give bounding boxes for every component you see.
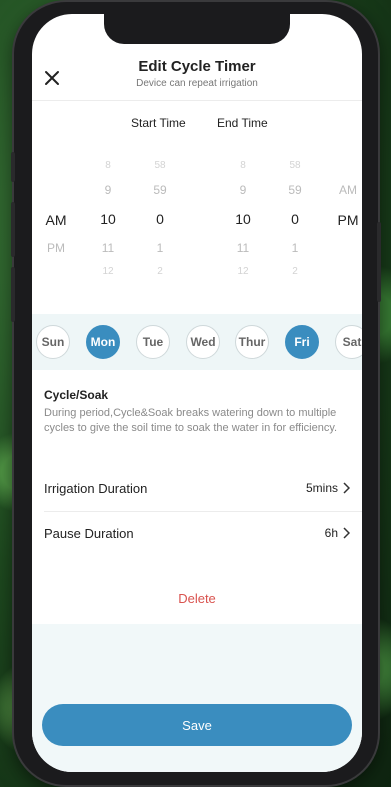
save-button[interactable]: Save [42, 704, 352, 746]
end-minute-item[interactable]: 58 [275, 160, 315, 171]
day-thur[interactable]: Thur [235, 325, 269, 359]
page-title: Edit Cycle Timer [138, 58, 256, 75]
start-minute-item[interactable]: 59 [140, 183, 180, 197]
pause-duration-value: 6h [324, 526, 338, 540]
day-tue[interactable]: Tue [136, 325, 170, 359]
mute-switch [11, 152, 15, 182]
phone-notch [104, 14, 290, 44]
cycle-soak-description: During period,Cycle&Soak breaks watering… [44, 407, 338, 434]
start-hour-item[interactable]: 8 [88, 160, 128, 171]
day-wed[interactable]: Wed [186, 325, 220, 359]
start-ampm-pm[interactable]: PM [36, 241, 76, 255]
day-mon[interactable]: Mon [86, 325, 120, 359]
start-minute-item[interactable]: 2 [140, 266, 180, 277]
end-hour-item[interactable]: 11 [223, 241, 263, 255]
irrigation-duration-label: Irrigation Duration [44, 480, 148, 496]
power-button [377, 222, 381, 302]
end-minute-item[interactable]: 59 [275, 183, 315, 197]
irrigation-duration-value: 5mins [305, 481, 338, 495]
pause-duration-label: Pause Duration [44, 525, 134, 541]
end-ampm-am[interactable]: AM [328, 183, 362, 197]
start-hour-item[interactable]: 12 [88, 266, 128, 277]
header-divider [32, 100, 362, 101]
chevron-right-icon [343, 482, 350, 494]
start-time-header: Start Time [131, 116, 186, 130]
end-minute-selected[interactable]: 0 [275, 211, 315, 227]
end-minute-item[interactable]: 1 [275, 241, 315, 255]
page-subtitle: Device can repeat irrigation [136, 78, 258, 89]
end-hour-item[interactable]: 12 [223, 266, 263, 277]
start-hour-item[interactable]: 11 [88, 241, 128, 255]
end-hour-item[interactable]: 9 [223, 183, 263, 197]
delete-button[interactable]: Delete [32, 572, 362, 624]
start-minute-item[interactable]: 1 [140, 241, 180, 255]
start-minute-selected[interactable]: 0 [140, 211, 180, 227]
day-sun[interactable]: Sun [36, 325, 70, 359]
end-hour-selected[interactable]: 10 [223, 211, 263, 227]
app-screen: Edit Cycle Timer Device can repeat irrig… [32, 14, 362, 772]
pause-duration-row[interactable]: Pause Duration 6h [32, 511, 362, 555]
day-fri[interactable]: Fri [285, 325, 319, 359]
end-minute-item[interactable]: 2 [275, 266, 315, 277]
end-hour-item[interactable]: 8 [223, 160, 263, 171]
end-ampm-pm[interactable]: PM [328, 212, 362, 228]
end-time-header: End Time [217, 116, 268, 130]
volume-up-button [11, 202, 15, 257]
cycle-soak-title: Cycle/Soak [44, 388, 109, 402]
chevron-right-icon [343, 527, 350, 539]
volume-down-button [11, 267, 15, 322]
day-sat[interactable]: Sat [335, 325, 362, 359]
start-ampm-am[interactable]: AM [36, 212, 76, 228]
start-hour-selected[interactable]: 10 [88, 211, 128, 227]
irrigation-duration-row[interactable]: Irrigation Duration 5mins [32, 466, 362, 510]
start-minute-item[interactable]: 58 [140, 160, 180, 171]
start-hour-item[interactable]: 9 [88, 183, 128, 197]
